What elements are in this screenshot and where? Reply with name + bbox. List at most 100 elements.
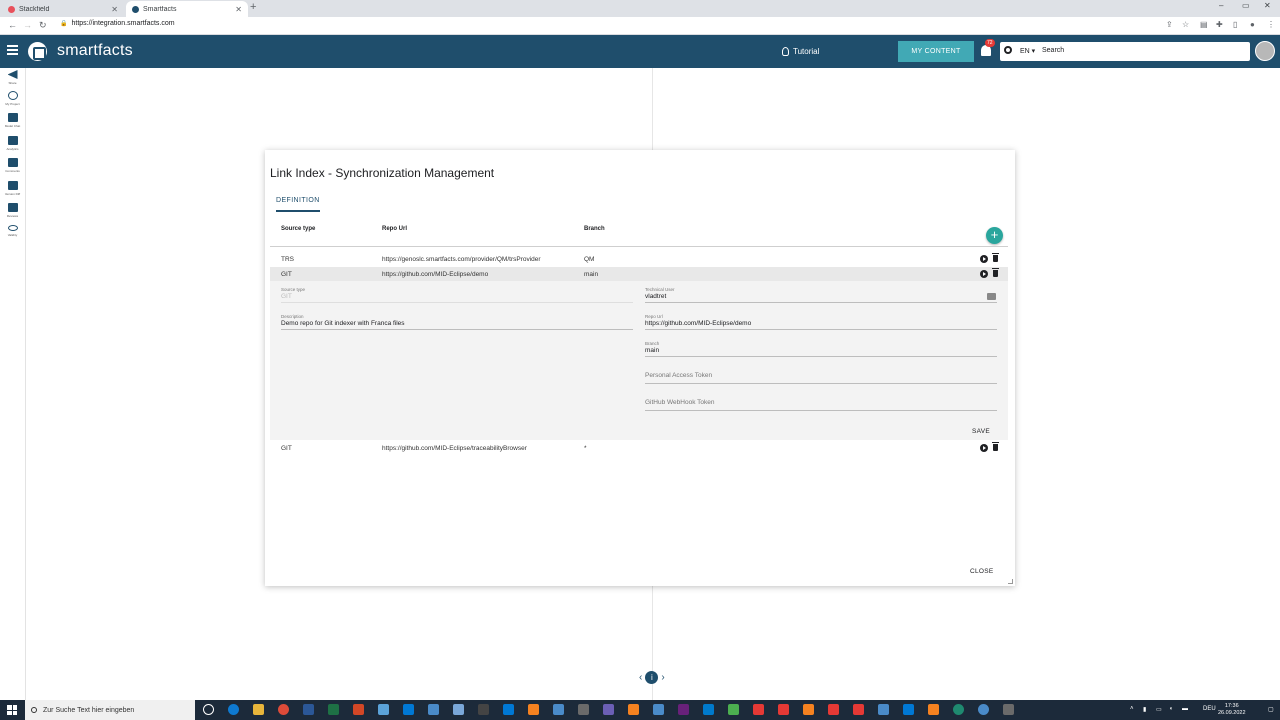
app-icon[interactable] xyxy=(928,704,939,715)
star-icon[interactable]: ☆ xyxy=(1182,20,1189,29)
webhook-token-input[interactable]: GitHub WebHook Token xyxy=(645,399,997,406)
app-icon[interactable] xyxy=(1003,704,1014,715)
repo-url-field[interactable]: Repo Url https://github.com/MID-Eclipse/… xyxy=(645,314,997,330)
column-header-repo-url[interactable]: Repo Url xyxy=(382,226,407,232)
extensions-icon[interactable]: ✚ xyxy=(1216,20,1223,29)
system-clock[interactable]: 17:36 26.09.2022 xyxy=(1218,703,1246,717)
rail-item-validity[interactable]: Validity xyxy=(0,225,25,237)
run-sync-icon[interactable] xyxy=(980,444,988,452)
rail-item-model-chat[interactable]: Model Chat xyxy=(0,113,25,128)
rail-item-version-diff[interactable]: Version Diff xyxy=(0,181,25,196)
tab-close-icon[interactable]: ✕ xyxy=(111,5,118,14)
menu-kebab-icon[interactable]: ⋮ xyxy=(1267,20,1275,29)
notifications-icon[interactable]: ▢ xyxy=(1268,706,1274,713)
webhook-token-field[interactable]: GitHub WebHook Token xyxy=(645,399,997,411)
delete-icon[interactable] xyxy=(992,442,999,451)
browser-tab-stackfield[interactable]: Stackfield ✕ xyxy=(2,1,124,17)
media-icon[interactable]: ▤ xyxy=(1200,20,1208,29)
smartfacts-logo-icon[interactable] xyxy=(28,42,47,61)
next-chevron-icon[interactable]: › xyxy=(661,672,664,683)
personal-access-token-input[interactable]: Personal Access Token xyxy=(645,372,997,379)
app-icon[interactable] xyxy=(428,704,439,715)
maximize-button[interactable]: ▭ xyxy=(1242,1,1250,10)
tray-app-icon[interactable]: ▮ xyxy=(1143,706,1146,713)
profile-icon[interactable]: ● xyxy=(1250,20,1255,29)
resize-handle-icon[interactable] xyxy=(1008,579,1013,584)
app-icon[interactable] xyxy=(553,704,564,715)
tray-chevron-icon[interactable]: ˄ xyxy=(1130,706,1134,712)
technical-user-input[interactable]: vladtret xyxy=(645,293,997,300)
description-input[interactable]: Demo repo for Git indexer with Franca fi… xyxy=(281,320,633,327)
language-selector[interactable]: EN ▾ xyxy=(1020,47,1035,55)
windows-start-icon[interactable] xyxy=(7,705,17,715)
cortana-icon[interactable] xyxy=(203,704,214,715)
repo-url-input[interactable]: https://github.com/MID-Eclipse/demo xyxy=(645,320,997,327)
table-row[interactable]: TRS https://genoslc.smartfacts.com/provi… xyxy=(270,252,1008,266)
url-field[interactable]: 🔒 https://integration.smartfacts.com xyxy=(60,20,175,27)
app-logo-text[interactable]: smartfacts xyxy=(57,42,133,60)
hamburger-menu-icon[interactable] xyxy=(7,45,18,55)
info-icon[interactable]: i xyxy=(645,671,659,684)
teams-icon[interactable] xyxy=(503,704,514,715)
search-box[interactable] xyxy=(1000,42,1250,61)
rail-item-share[interactable]: Share xyxy=(0,70,25,85)
reload-icon[interactable]: ↻ xyxy=(39,20,47,31)
share-icon[interactable]: ⇪ xyxy=(1166,20,1173,29)
previous-chevron-icon[interactable]: ‹ xyxy=(639,672,642,683)
my-content-button[interactable]: MY CONTENT xyxy=(898,41,974,62)
branch-input[interactable]: main xyxy=(645,347,997,354)
window-close-button[interactable]: ✕ xyxy=(1264,1,1271,10)
rail-item-my-project[interactable]: My Project xyxy=(0,91,25,106)
edge-icon[interactable] xyxy=(228,704,239,715)
app-icon[interactable] xyxy=(853,704,864,715)
app-icon[interactable] xyxy=(578,704,589,715)
column-header-branch[interactable]: Branch xyxy=(584,226,605,232)
app-icon[interactable] xyxy=(828,704,839,715)
app-icon[interactable] xyxy=(478,704,489,715)
app-icon[interactable] xyxy=(528,704,539,715)
personal-access-token-field[interactable]: Personal Access Token xyxy=(645,372,997,384)
app-icon[interactable] xyxy=(453,704,464,715)
sidebar-icon[interactable]: ▯ xyxy=(1233,20,1237,29)
forward-icon[interactable]: → xyxy=(23,20,32,30)
back-icon[interactable]: ← xyxy=(8,20,17,30)
app-icon[interactable] xyxy=(803,704,814,715)
run-sync-icon[interactable] xyxy=(980,255,988,263)
tab-close-icon[interactable]: ✕ xyxy=(235,5,242,14)
rail-item-comments[interactable]: Comments xyxy=(0,158,25,173)
excel-icon[interactable] xyxy=(328,704,339,715)
delete-icon[interactable] xyxy=(992,268,999,277)
table-row-selected[interactable]: GIT https://github.com/MID-Eclipse/demo … xyxy=(270,267,1008,281)
acrobat-icon[interactable] xyxy=(778,704,789,715)
volume-icon[interactable]: ◖ xyxy=(1169,706,1173,712)
delete-icon[interactable] xyxy=(992,253,999,262)
taskbar-search-box[interactable]: Zur Suche Text hier eingeben xyxy=(25,700,195,720)
close-button[interactable]: CLOSE xyxy=(970,568,994,575)
user-avatar[interactable] xyxy=(1255,41,1275,61)
search-input[interactable]: Search xyxy=(1042,47,1064,54)
outlook-icon[interactable] xyxy=(403,704,414,715)
network-icon[interactable]: ▭ xyxy=(1156,706,1162,713)
app-icon[interactable] xyxy=(653,704,664,715)
vscode-icon[interactable] xyxy=(703,704,714,715)
app-icon[interactable] xyxy=(378,704,389,715)
app-icon[interactable] xyxy=(628,704,639,715)
app-icon[interactable] xyxy=(978,704,989,715)
tutorial-button[interactable]: Tutorial xyxy=(782,47,819,56)
tab-definition[interactable]: DEFINITION xyxy=(276,197,320,212)
input-language[interactable]: DEU xyxy=(1203,706,1216,712)
run-sync-icon[interactable] xyxy=(980,270,988,278)
app-icon[interactable] xyxy=(728,704,739,715)
keyboard-icon[interactable] xyxy=(987,293,996,300)
table-row[interactable]: GIT https://github.com/MID-Eclipse/trace… xyxy=(270,441,1008,455)
description-field[interactable]: Description Demo repo for Git indexer wi… xyxy=(281,314,633,330)
powerpoint-icon[interactable] xyxy=(353,704,364,715)
chrome-icon[interactable] xyxy=(278,704,289,715)
app-icon[interactable] xyxy=(953,704,964,715)
rail-item-reviews[interactable]: Reviews xyxy=(0,203,25,218)
word-icon[interactable] xyxy=(303,704,314,715)
app-icon[interactable] xyxy=(878,704,889,715)
technical-user-field[interactable]: Technical User vladtret xyxy=(645,287,997,303)
column-header-source-type[interactable]: Source type xyxy=(281,226,315,232)
app-icon[interactable] xyxy=(753,704,764,715)
